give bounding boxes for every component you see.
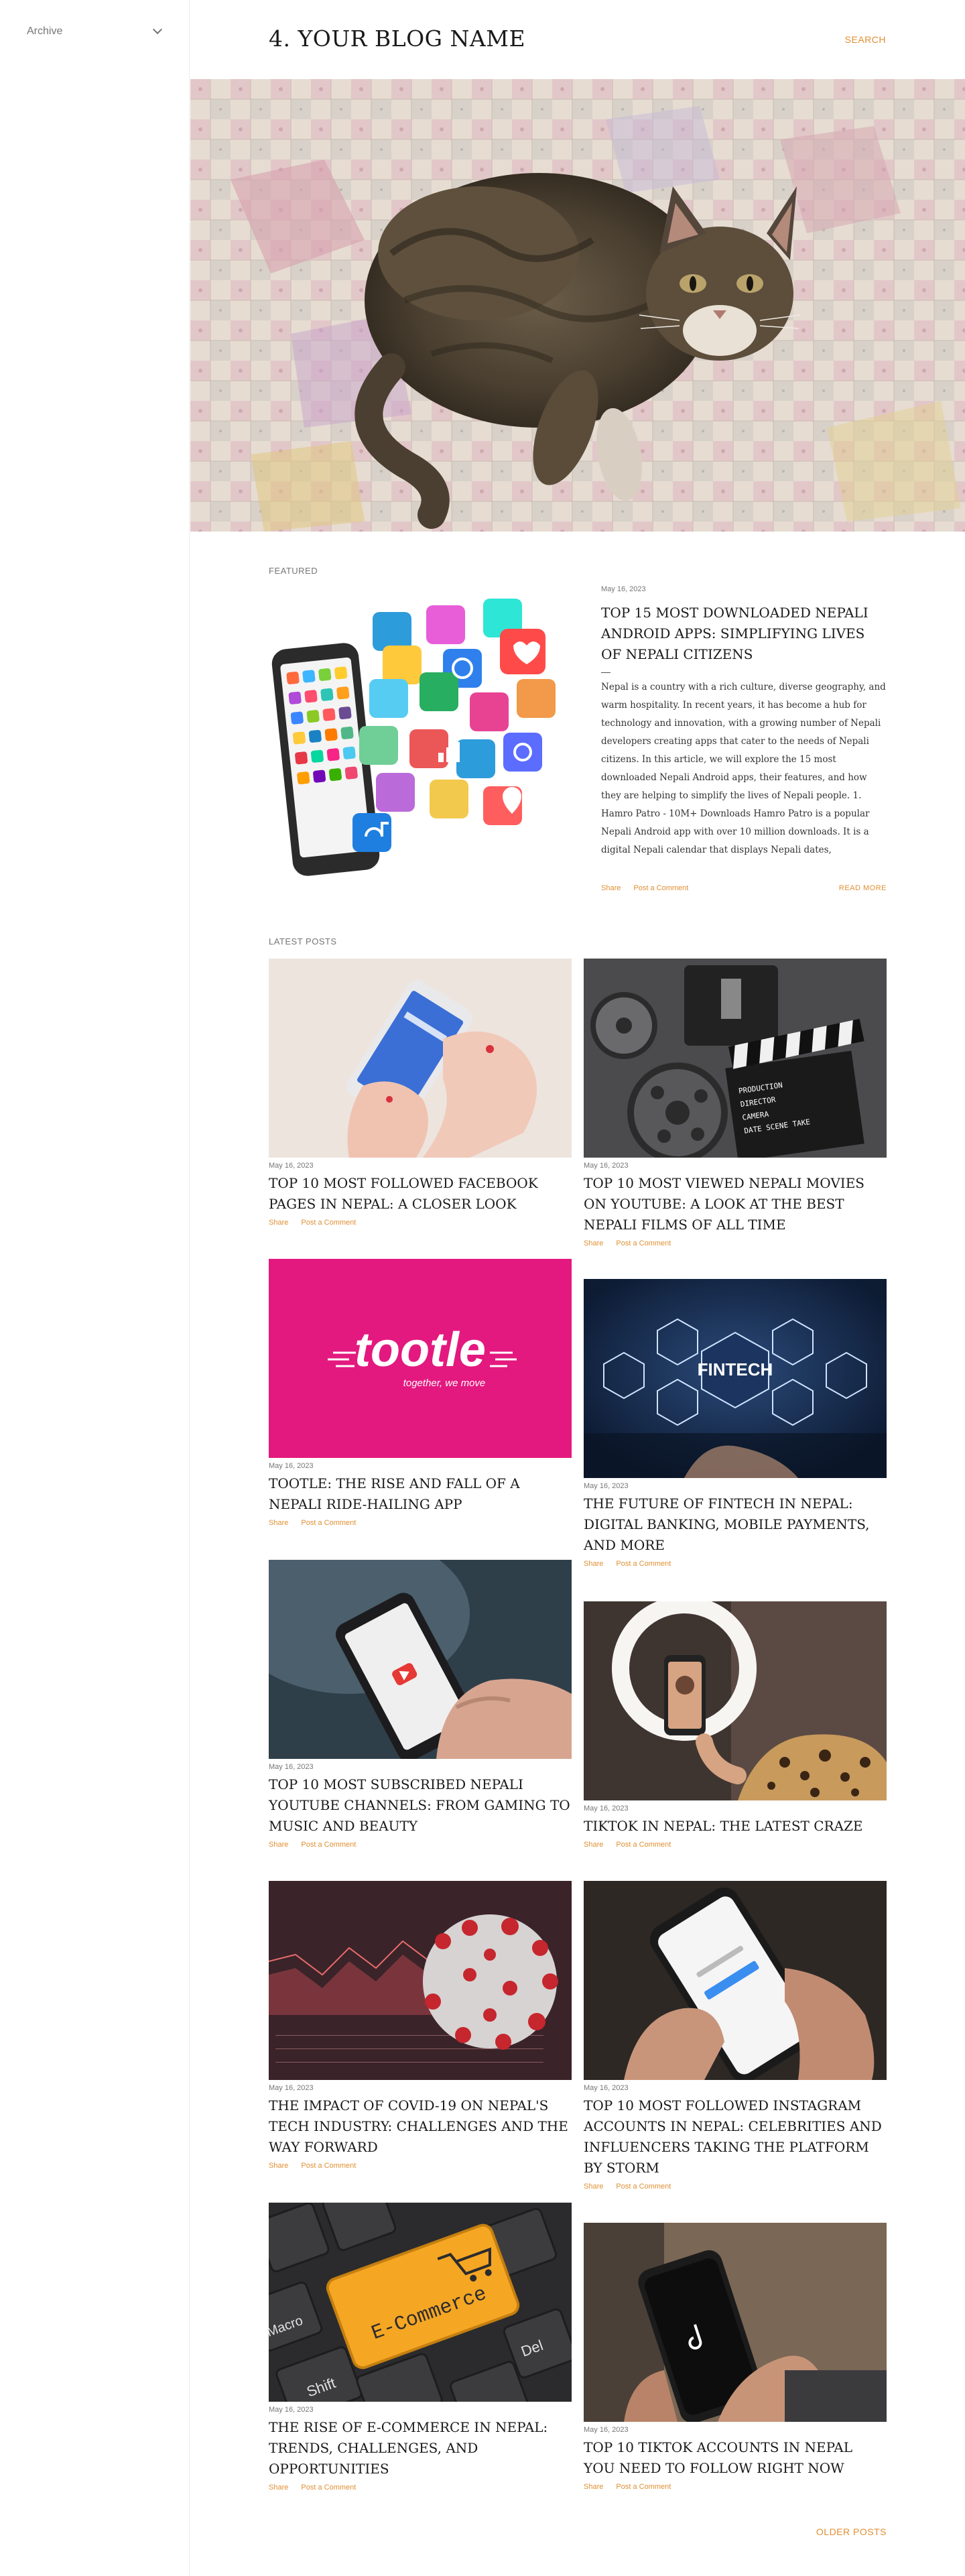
- post-title[interactable]: THE FUTURE OF FINTECH IN NEPAL: DIGITAL …: [584, 1493, 887, 1556]
- post-meta: Share Post a Comment: [269, 1219, 572, 1227]
- share-button[interactable]: Share: [269, 2483, 288, 2492]
- post-comment-link[interactable]: Post a Comment: [616, 1560, 671, 1568]
- post-comment-link[interactable]: Post a Comment: [616, 2183, 671, 2191]
- share-button[interactable]: Share: [269, 1219, 288, 1227]
- post-comment-link[interactable]: Post a Comment: [616, 1239, 671, 1247]
- sidebar: Archive: [0, 0, 190, 2576]
- featured-post-title[interactable]: TOP 15 MOST DOWNLOADED NEPALI ANDROID AP…: [601, 603, 887, 665]
- archive-label: Archive: [27, 25, 63, 37]
- post-title[interactable]: TOP 10 TIKTOK ACCOUNTS IN NEPAL YOU NEED…: [584, 2437, 887, 2479]
- featured-post-text: May 16, 2023 TOP 15 MOST DOWNLOADED NEPA…: [601, 585, 887, 892]
- post-comment-link[interactable]: Post a Comment: [301, 1519, 356, 1527]
- latest-posts-section-label: LATEST POSTS: [269, 936, 337, 946]
- tootle-tagline: together, we move: [403, 1377, 486, 1389]
- share-button[interactable]: Share: [584, 1841, 603, 1849]
- post-card: May 16, 2023 TOP 10 MOST SUBSCRIBED NEPA…: [269, 1560, 572, 1849]
- post-comment-link[interactable]: Post a Comment: [616, 1841, 671, 1849]
- post-card: FINTECH May 16, 2023 THE FUTURE OF FINTE…: [584, 1279, 887, 1568]
- post-date: May 16, 2023: [269, 1460, 319, 1470]
- post-date: May 16, 2023: [584, 1802, 634, 1813]
- share-button[interactable]: Share: [584, 1239, 603, 1247]
- post-card: May 16, 2023 TIKTOK IN NEPAL: THE LATEST…: [584, 1601, 887, 1849]
- post-card: May 16, 2023 THE IMPACT OF COVID-19 ON N…: [269, 1881, 572, 2170]
- share-button[interactable]: Share: [269, 1519, 288, 1527]
- post-title[interactable]: TOP 10 MOST SUBSCRIBED NEPALI YOUTUBE CH…: [269, 1774, 572, 1837]
- post-thumbnail[interactable]: [269, 1560, 572, 1759]
- featured-post-image[interactable]: [269, 599, 577, 876]
- post-date: May 16, 2023: [584, 1480, 634, 1490]
- post-thumbnail[interactable]: [584, 1881, 887, 2080]
- post-date: May 16, 2023: [584, 1160, 634, 1170]
- post-thumbnail[interactable]: FINTECH: [584, 1279, 887, 1478]
- share-button[interactable]: Share: [601, 884, 621, 892]
- post-card: May 16, 2023 TOP 10 TIKTOK ACCOUNTS IN N…: [584, 2223, 887, 2491]
- share-button[interactable]: Share: [269, 2162, 288, 2170]
- post-title[interactable]: THE RISE OF E-COMMERCE IN NEPAL: TRENDS,…: [269, 2417, 572, 2479]
- post-thumbnail[interactable]: [269, 959, 572, 1158]
- post-comment-link[interactable]: Post a Comment: [616, 2483, 671, 2491]
- post-thumbnail[interactable]: PRODUCTION DIRECTOR CAMERA DATE SCENE TA…: [584, 959, 887, 1158]
- blog-title[interactable]: 4. YOUR BLOG NAME: [269, 25, 525, 52]
- post-meta: Share Post a Comment: [584, 2183, 887, 2191]
- post-comment-link[interactable]: Post a Comment: [301, 1219, 356, 1227]
- post-title[interactable]: THE IMPACT OF COVID-19 ON NEPAL'S TECH I…: [269, 2095, 572, 2158]
- post-title[interactable]: TOP 10 MOST VIEWED NEPALI MOVIES ON YOUT…: [584, 1173, 887, 1235]
- post-card: May 16, 2023 TOP 10 MOST FOLLOWED INSTAG…: [584, 1881, 887, 2191]
- blog-header: 4. YOUR BLOG NAME SEARCH: [190, 0, 965, 79]
- post-title[interactable]: TOOTLE: THE RISE AND FALL OF A NEPALI RI…: [269, 1473, 572, 1515]
- post-comment-link[interactable]: Post a Comment: [301, 1841, 356, 1849]
- search-button[interactable]: SEARCH: [845, 34, 886, 45]
- featured-post: May 16, 2023 TOP 15 MOST DOWNLOADED NEPA…: [269, 585, 887, 965]
- post-date: May 16, 2023: [269, 2404, 319, 2414]
- post-thumbnail[interactable]: [584, 2223, 887, 2422]
- post-meta: Share Post a Comment: [269, 1841, 572, 1849]
- share-button[interactable]: Share: [584, 1560, 603, 1568]
- post-meta: Share Post a Comment: [269, 2483, 572, 2492]
- post-card: PRODUCTION DIRECTOR CAMERA DATE SCENE TA…: [584, 959, 887, 1247]
- featured-section-label: FEATURED: [269, 566, 318, 576]
- post-thumbnail[interactable]: E-Commerce Shift Macro Del: [269, 2203, 572, 2402]
- post-date: May 16, 2023: [269, 1160, 319, 1170]
- post-meta: Share Post a Comment: [584, 1239, 887, 1247]
- share-button[interactable]: Share: [584, 2483, 603, 2491]
- post-comment-link[interactable]: Post a Comment: [301, 2162, 356, 2170]
- older-posts-link[interactable]: OLDER POSTS: [816, 2526, 887, 2537]
- post-date: May 16, 2023: [584, 2082, 634, 2092]
- post-meta: Share Post a Comment: [584, 1560, 887, 1568]
- post-comment-link[interactable]: Post a Comment: [301, 2483, 356, 2492]
- hero-image: [190, 79, 965, 532]
- post-meta: Share Post a Comment: [269, 2162, 572, 2170]
- featured-post-snippet: Nepal is a country with a rich culture, …: [601, 682, 886, 855]
- post-date: May 16, 2023: [269, 2082, 319, 2092]
- post-date: May 16, 2023: [584, 2424, 634, 2434]
- title-separator: —: [601, 666, 610, 677]
- post-date: May 16, 2023: [269, 1761, 319, 1771]
- post-title[interactable]: TOP 10 MOST FOLLOWED INSTAGRAM ACCOUNTS …: [584, 2095, 887, 2179]
- post-meta: Share Post a Comment: [584, 2483, 887, 2491]
- featured-post-footer: Share Post a Comment READ MORE: [601, 884, 887, 892]
- post-title[interactable]: TOP 10 MOST FOLLOWED FACEBOOK PAGES IN N…: [269, 1173, 572, 1215]
- share-button[interactable]: Share: [584, 2183, 603, 2191]
- share-button[interactable]: Share: [269, 1841, 288, 1849]
- post-meta: Share Post a Comment: [584, 1841, 887, 1849]
- post-comment-link[interactable]: Post a Comment: [633, 884, 688, 892]
- chevron-down-icon: [152, 24, 163, 35]
- post-title[interactable]: TIKTOK IN NEPAL: THE LATEST CRAZE: [584, 1816, 887, 1837]
- featured-post-date: May 16, 2023: [601, 585, 646, 593]
- archive-dropdown[interactable]: Archive: [27, 24, 163, 38]
- post-thumbnail[interactable]: [269, 1881, 572, 2080]
- post-card: E-Commerce Shift Macro Del May 16, 2023 …: [269, 2203, 572, 2492]
- post-card: tootle together, we move May 16, 2023 TO…: [269, 1259, 572, 1527]
- tootle-logo: tootle: [355, 1323, 486, 1377]
- post-card: May 16, 2023 TOP 10 MOST FOLLOWED FACEBO…: [269, 959, 572, 1227]
- post-thumbnail[interactable]: [584, 1601, 887, 1800]
- fintech-label: FINTECH: [698, 1359, 773, 1379]
- post-meta: Share Post a Comment: [269, 1519, 572, 1527]
- post-thumbnail[interactable]: tootle together, we move: [269, 1259, 572, 1458]
- read-more-link[interactable]: READ MORE: [839, 884, 887, 892]
